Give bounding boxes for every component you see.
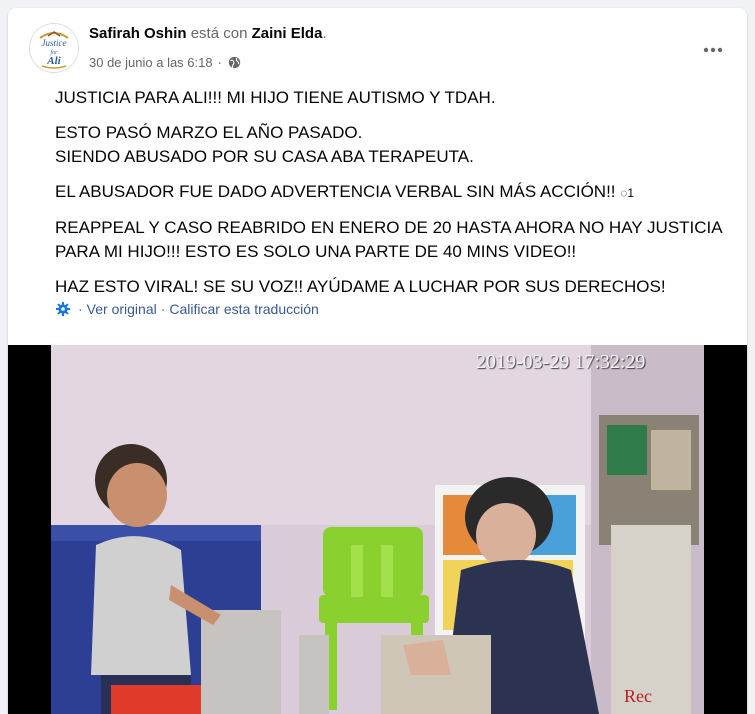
post-date[interactable]: 30 de junio a las 6:18 [89,55,213,70]
translation-separator: · [160,301,166,317]
video-still-image [51,345,704,714]
emoji-placeholder: ◌1 [620,186,635,200]
rec-indicator: Rec [624,686,652,706]
post-card: Justice for Ali Safirah Oshin está con Z… [8,8,747,714]
translation-separator: · [78,301,83,317]
post-paragraph-4: REAPPEAL Y CASO REABRIDO EN ENERO DE 20 … [55,218,722,261]
rate-translation-link[interactable]: Calificar esta traducción [169,301,318,317]
post-paragraph-5: HAZ ESTO VIRAL! SE SU VOZ!! AYÚDAME A LU… [55,277,666,296]
post-author-line: Safirah Oshin está con Zaini Elda. [89,25,327,42]
post-paragraph-3-text: EL ABUSADOR FUE DADO ADVERTENCIA VERBAL … [55,182,616,201]
svg-text:Ali: Ali [46,55,61,67]
translation-row: · Ver original · Calificar esta traducci… [55,301,319,317]
post-meta: 30 de junio a las 6:18 · [89,55,241,70]
post-header: Justice for Ali Safirah Oshin está con Z… [8,8,747,82]
author-name[interactable]: Safirah Oshin [89,25,187,42]
globe-icon[interactable] [228,56,241,69]
post-body: JUSTICIA PARA ALI!!! MI HIJO TIENE AUTIS… [55,86,735,310]
post-paragraph-2-line-2: SIENDO ABUSADO POR SU CASA ABA TERAPEUTA… [55,147,474,166]
more-options-icon [703,47,723,53]
justice-for-ali-logo: Justice for Ali [30,24,78,72]
post-paragraph-2: ESTO PASÓ MARZO EL AÑO PASADO. SIENDO AB… [55,121,735,169]
with-text: está con [190,25,248,42]
svg-text:Justice: Justice [42,38,67,48]
post-paragraph-3: EL ABUSADOR FUE DADO ADVERTENCIA VERBAL … [55,180,735,205]
post-paragraph-1: JUSTICIA PARA ALI!!! MI HIJO TIENE AUTIS… [55,88,496,107]
video-timestamp: 2019-03-29 17:32:29 [476,351,646,373]
more-options-button[interactable] [695,32,731,68]
period: . [322,25,327,42]
meta-dot: · [217,55,222,70]
see-original-link[interactable]: Ver original [87,301,157,317]
gear-icon[interactable] [55,301,71,317]
avatar[interactable]: Justice for Ali [29,23,79,73]
tagged-name[interactable]: Zaini Elda [252,25,323,42]
post-paragraph-2-line-1: ESTO PASÓ MARZO EL AÑO PASADO. [55,123,363,142]
video-player[interactable]: 2019-03-29 17:32:29 Rec [8,345,747,714]
video-frame [51,345,704,714]
